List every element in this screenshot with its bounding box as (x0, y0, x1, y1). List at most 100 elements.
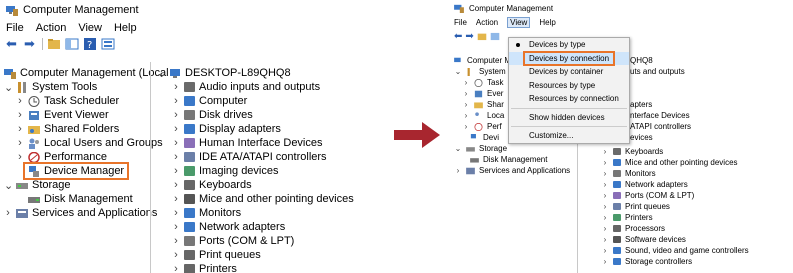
tree-item-disk[interactable]: Disk Management (454, 154, 547, 165)
tree-item-devi[interactable]: Devi (454, 132, 510, 143)
device-category[interactable]: › Imaging devices (157, 164, 357, 178)
chevron-right-icon[interactable]: › (601, 180, 609, 189)
help-icon[interactable]: ? (83, 38, 97, 50)
device-category[interactable]: › Mice and other pointing devices (589, 157, 789, 168)
pane-divider[interactable] (150, 62, 151, 273)
chevron-right-icon[interactable]: › (172, 81, 180, 93)
chevron-right-icon[interactable]: › (462, 89, 470, 98)
chevron-right-icon[interactable]: › (454, 166, 462, 175)
tree-root[interactable]: Computer Management (Local (4, 66, 169, 80)
tree-item-storage[interactable]: ⌄ Storage (4, 178, 150, 192)
menu-item-devices-by-container[interactable]: Devices by container (509, 65, 629, 79)
device-category[interactable]: › Printers (157, 262, 357, 273)
device-category[interactable]: › Software devices (589, 234, 789, 245)
menu-item-resources-by-type[interactable]: Resources by type (509, 79, 629, 93)
menu-file[interactable]: File (454, 18, 467, 27)
tree-item-storage[interactable]: ⌄ Storage (454, 143, 510, 154)
tree-item-local-users[interactable]: › Local Users and Groups (4, 136, 162, 150)
device-category[interactable]: › Ports (COM & LPT) (589, 190, 789, 201)
chevron-down-icon[interactable]: ⌄ (4, 179, 13, 192)
tree-item-shared-folders[interactable]: › Shared Folders (4, 122, 150, 136)
tree-root[interactable]: Computer M (454, 55, 511, 66)
device-category[interactable]: › Keyboards (589, 146, 789, 157)
chevron-right-icon[interactable]: › (16, 137, 24, 149)
device-category[interactable]: › Print queues (157, 248, 357, 262)
tree-item-task-scheduler[interactable]: › Task Scheduler (4, 94, 150, 108)
menu-view[interactable]: View (507, 17, 531, 28)
tree-item-event[interactable]: › Ever (454, 88, 510, 99)
back-arrow-icon[interactable]: ⬅ (454, 31, 462, 42)
device-category[interactable]: › Keyboards (157, 178, 357, 192)
device-category[interactable]: › Monitors (157, 206, 357, 220)
tree-item-services[interactable]: › Services and Applications (4, 206, 157, 220)
show-hide-tree-icon[interactable] (65, 38, 79, 50)
chevron-right-icon[interactable]: › (172, 207, 180, 219)
device-category[interactable]: › IDE ATA/ATAPI controllers (157, 150, 357, 164)
device-category[interactable]: › Human Interface Devices (157, 136, 357, 150)
chevron-right-icon[interactable]: › (601, 147, 609, 156)
chevron-right-icon[interactable]: › (601, 169, 609, 178)
show-hide-tree-icon[interactable] (490, 32, 500, 41)
chevron-down-icon[interactable]: ⌄ (454, 144, 462, 153)
device-category[interactable]: › Network adapters (157, 220, 357, 234)
chevron-down-icon[interactable]: ⌄ (4, 81, 13, 94)
chevron-right-icon[interactable]: › (172, 95, 180, 107)
chevron-right-icon[interactable]: › (172, 137, 180, 149)
chevron-right-icon[interactable]: › (601, 213, 609, 222)
tree-item-system-tools[interactable]: ⌄ System (454, 66, 510, 77)
menu-action[interactable]: Action (36, 22, 67, 34)
menu-item-customize[interactable]: Customize... (509, 129, 629, 143)
device-category[interactable]: › Audio inputs and outputs (157, 80, 357, 94)
chevron-right-icon[interactable]: › (172, 151, 180, 163)
menu-file[interactable]: File (6, 22, 24, 34)
chevron-right-icon[interactable]: › (172, 179, 180, 191)
menu-item-devices-by-connection[interactable]: Devices by connection (509, 50, 629, 66)
forward-arrow-icon[interactable]: ➡ (24, 37, 38, 50)
tree-item-system-tools[interactable]: ⌄ System Tools (4, 80, 150, 94)
menu-item-show-hidden-devices[interactable]: Show hidden devices (509, 111, 629, 125)
device-manager-highlight[interactable]: Device Manager (22, 162, 130, 180)
chevron-right-icon[interactable]: › (601, 224, 609, 233)
tree-item-local[interactable]: › Loca (454, 110, 510, 121)
device-category[interactable]: › Monitors (589, 168, 789, 179)
device-category[interactable]: › Computer (157, 94, 357, 108)
device-category[interactable]: › Disk drives (157, 108, 357, 122)
chevron-right-icon[interactable]: › (601, 191, 609, 200)
device-category[interactable]: › Printers (589, 212, 789, 223)
chevron-down-icon[interactable]: ⌄ (157, 67, 166, 80)
chevron-right-icon[interactable]: › (462, 100, 470, 109)
device-category[interactable]: › Mice and other pointing devices (157, 192, 357, 206)
menu-help[interactable]: Help (114, 22, 137, 34)
chevron-right-icon[interactable]: › (172, 235, 180, 247)
chevron-right-icon[interactable]: › (601, 257, 609, 266)
chevron-right-icon[interactable]: › (172, 249, 180, 261)
chevron-right-icon[interactable]: › (16, 95, 24, 107)
chevron-right-icon[interactable]: › (601, 202, 609, 211)
chevron-right-icon[interactable]: › (601, 235, 609, 244)
tree-item-task[interactable]: › Task (454, 77, 510, 88)
chevron-right-icon[interactable]: › (172, 263, 180, 273)
up-folder-icon[interactable] (477, 32, 487, 41)
menu-help[interactable]: Help (539, 18, 555, 27)
chevron-right-icon[interactable]: › (4, 207, 12, 219)
device-category[interactable]: › Storage controllers (589, 256, 789, 267)
tree-item-device-manager[interactable]: Device Manager (4, 162, 150, 180)
device-category[interactable]: › Processors (589, 223, 789, 234)
tree-item-shared[interactable]: › Shar (454, 99, 510, 110)
chevron-right-icon[interactable]: › (601, 158, 609, 167)
device-category[interactable]: › Ports (COM & LPT) (157, 234, 357, 248)
chevron-right-icon[interactable]: › (601, 246, 609, 255)
chevron-right-icon[interactable]: › (172, 221, 180, 233)
menu-item-devices-by-type[interactable]: Devices by type (509, 38, 629, 52)
properties-icon[interactable] (101, 38, 115, 50)
chevron-right-icon[interactable]: › (172, 123, 180, 135)
chevron-right-icon[interactable]: › (16, 123, 24, 135)
tree-item-perf[interactable]: › Perf (454, 121, 510, 132)
chevron-down-icon[interactable]: ⌄ (454, 67, 462, 76)
device-category[interactable]: › Network adapters (589, 179, 789, 190)
device-category[interactable]: › Display adapters (157, 122, 357, 136)
chevron-right-icon[interactable]: › (462, 111, 470, 120)
menu-view[interactable]: View (78, 22, 102, 34)
menu-item-resources-by-connection[interactable]: Resources by connection (509, 92, 629, 106)
menu-action[interactable]: Action (476, 18, 498, 27)
